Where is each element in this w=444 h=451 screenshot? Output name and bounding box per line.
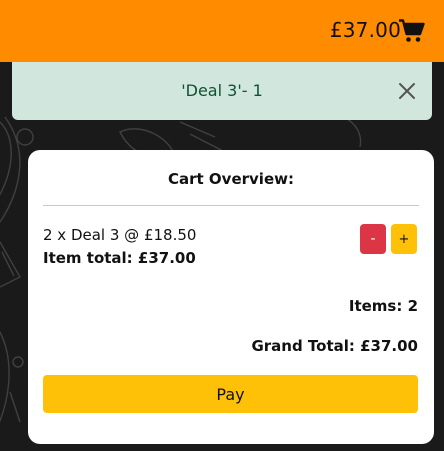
cart-overview-card: Cart Overview: 2 x Deal 3 @ £18.50 Item … [28, 150, 434, 444]
alert-message: 'Deal 3'- 1 [181, 81, 263, 100]
items-count: Items: 2 [348, 297, 418, 315]
pay-button[interactable]: Pay [43, 375, 418, 413]
close-icon[interactable] [398, 82, 416, 100]
cart-overview-title: Cart Overview: [168, 170, 294, 188]
grand-total: Grand Total: £37.00 [251, 337, 418, 355]
cart-item-total: Item total: £37.00 [43, 249, 196, 267]
cart-total[interactable]: £37.00 [330, 18, 401, 42]
increase-quantity-button[interactable]: + [391, 224, 417, 254]
header-bar: £37.00 [0, 0, 444, 62]
cart-item-description: 2 x Deal 3 @ £18.50 [43, 226, 197, 244]
shopping-cart-icon[interactable] [399, 19, 425, 43]
divider [43, 205, 419, 206]
decrease-quantity-button[interactable]: - [360, 224, 386, 254]
added-item-alert: 'Deal 3'- 1 [12, 62, 432, 120]
